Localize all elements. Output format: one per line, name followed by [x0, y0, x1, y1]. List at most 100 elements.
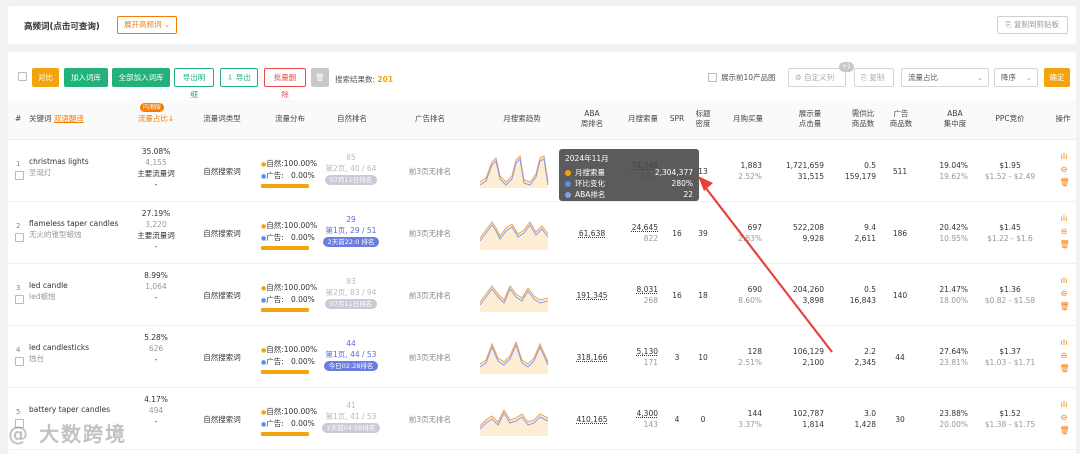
aba-concentration-prev: 20.00%	[939, 420, 968, 429]
delete-icon[interactable]: 🗑	[1060, 302, 1070, 311]
select-all-checkbox[interactable]	[18, 72, 27, 81]
ad-dist-label: 广告:	[266, 233, 284, 242]
export-button[interactable]: ⇩ 导出	[220, 68, 258, 87]
table-row[interactable]: 5 battery taper candles 4.17% 494 - 自然搜索…	[8, 388, 1076, 450]
monthly-trend-sparkline[interactable]	[478, 338, 552, 376]
table-row[interactable]: 4 led candlesticks 烛台 5.28% 626 - 自然搜索词 …	[8, 326, 1076, 388]
monthly-trend-sparkline[interactable]	[478, 276, 552, 314]
keyword-link[interactable]: led candle	[29, 280, 129, 291]
natural-rank-page: 第1页, 29 / 51	[325, 226, 377, 235]
batch-delete-button[interactable]: 批量删除	[264, 68, 306, 99]
natural-rank-value[interactable]: 41	[321, 400, 381, 411]
aba-weekly-rank-value[interactable]: 410,165	[570, 414, 614, 425]
delete-icon[interactable]: 🗑	[1060, 364, 1070, 373]
show-top10-toggle[interactable]: 展示前10产品图	[708, 72, 776, 83]
monthly-purchases-cell: 128 2.51%	[722, 346, 762, 368]
confirm-button[interactable]: 确定	[1044, 68, 1070, 87]
add-to-library-button[interactable]: 加入词库	[64, 68, 108, 87]
expand-high-freq-button[interactable]: 展开高频词 ⌄	[117, 16, 178, 34]
natural-rank-value[interactable]: 29	[321, 214, 381, 225]
copy-clipboard-label: 复制到剪贴板	[1014, 20, 1059, 29]
purchase-rate-value: 2.83%	[738, 234, 762, 243]
monthly-search-value[interactable]: 24,645	[614, 222, 658, 233]
natural-rank-value[interactable]: 44	[321, 338, 381, 349]
col-natural-rank: 自然排名	[337, 114, 367, 123]
row-checkbox[interactable]	[15, 357, 24, 366]
monthly-purchases-value: 697	[747, 223, 762, 232]
more-icon[interactable]: ⊖	[1060, 227, 1069, 236]
supply-demand-ratio: 0.5	[864, 161, 876, 170]
natural-dist-label: 自然:	[266, 283, 284, 292]
natural-dist-label: 自然:	[266, 221, 284, 230]
natural-rank-value[interactable]: 85	[321, 152, 381, 163]
tooltip-item-value: 22	[683, 190, 693, 199]
watermark-logo: @ 大数跨境	[8, 422, 127, 446]
row-checkbox[interactable]	[15, 233, 24, 242]
copy-button[interactable]: ⎘ 复制	[854, 68, 894, 87]
copy-clipboard-button[interactable]: ⎘ 复制到剪贴板	[996, 16, 1068, 34]
distribution-bar	[261, 308, 309, 312]
flow-type-label: -	[154, 417, 158, 426]
col-traffic-share[interactable]: 流量占比↓	[136, 114, 176, 124]
add-all-to-library-button[interactable]: 全部加入词库	[112, 68, 170, 87]
keyword-link[interactable]: battery taper candles	[29, 404, 129, 415]
legend-dot-icon	[565, 170, 571, 176]
traffic-share-value: 35.08%	[141, 147, 171, 156]
natural-rank-cell: 29 第1页, 29 / 51 2天前22:0 排名	[321, 214, 381, 247]
aba-weekly-rank-value[interactable]: 318,166	[570, 352, 614, 363]
chart-icon[interactable]: ılı	[1060, 214, 1069, 223]
compare-button[interactable]: 对比	[32, 68, 59, 87]
natural-rank-value[interactable]: 83	[321, 276, 381, 287]
trash-button[interactable]: 🗑	[311, 68, 329, 87]
flow-distribution-cell: ●自然:100.00% ●广告: 0.00%	[261, 220, 321, 250]
natural-rank-cell: 41 第1页, 41 / 53 2天前04:58排名	[321, 400, 381, 433]
bilingual-translate-link[interactable]: 双语翻译	[54, 114, 84, 123]
chart-icon[interactable]: ılı	[1060, 152, 1069, 161]
delete-icon[interactable]: 🗑	[1060, 178, 1070, 187]
chart-icon[interactable]: ılı	[1060, 400, 1069, 409]
rank-time-pill: 2天前04:58排名	[321, 423, 381, 433]
product-count: 159,179	[844, 172, 876, 181]
more-icon[interactable]: ⊖	[1060, 289, 1069, 298]
sort-order-select[interactable]: 降序 ⌄	[994, 68, 1038, 87]
aba-concentration-cell: 20.42% 10.95%	[926, 222, 968, 244]
title-density-value: 10	[698, 353, 708, 362]
more-icon[interactable]: ⊖	[1060, 413, 1069, 422]
delete-icon[interactable]: 🗑	[1060, 426, 1070, 435]
monthly-search-value[interactable]: 8,031	[614, 284, 658, 295]
aba-weekly-rank-value[interactable]: 61,638	[570, 228, 614, 239]
custom-columns-badge: +1	[839, 62, 854, 72]
monthly-search-value[interactable]: 4,300	[614, 408, 658, 419]
row-checkbox[interactable]	[15, 171, 24, 180]
table-row[interactable]: 3 led candle led蜡烛 8.99% 1,064 - 自然搜索词 ●…	[8, 264, 1076, 326]
export-detail-button[interactable]: 导出明细	[174, 68, 214, 99]
monthly-search-cell: 5,130 171	[614, 346, 658, 368]
keyword-cell: flameless taper candles 无火的锥型蜡烛	[29, 218, 129, 240]
purchase-rate-value: 2.51%	[738, 358, 762, 367]
monthly-trend-sparkline[interactable]	[478, 214, 552, 252]
table-row[interactable]: 2 flameless taper candles 无火的锥型蜡烛 27.19%…	[8, 202, 1076, 264]
monthly-trend-sparkline[interactable]	[478, 400, 552, 438]
aba-weekly-rank-value[interactable]: 191,345	[570, 290, 614, 301]
tooltip-item: 环比变化 280%	[565, 178, 693, 189]
more-icon[interactable]: ⊖	[1060, 165, 1069, 174]
row-actions: ılı ⊖ 🗑	[1058, 276, 1070, 315]
keyword-link[interactable]: led candlesticks	[29, 342, 129, 353]
top10-checkbox[interactable]	[708, 73, 717, 82]
monthly-search-value[interactable]: 5,130	[614, 346, 658, 357]
table-row[interactable]: 1 christmas lights 圣诞灯 35.08% 4,155 主要流量…	[8, 140, 1076, 202]
keyword-link[interactable]: flameless taper candles	[29, 218, 129, 229]
delete-icon[interactable]: 🗑	[1060, 240, 1070, 249]
sort-field-select[interactable]: 流量占比 ⌄	[901, 68, 989, 87]
monthly-trend-sparkline[interactable]	[478, 152, 552, 190]
custom-columns-button[interactable]: ⚙ 自定义列	[788, 68, 846, 87]
flow-type-cell: 自然搜索词	[203, 415, 241, 424]
tooltip-item: 月搜索量 2,304,377	[565, 167, 693, 178]
flow-type-label: -	[154, 355, 158, 364]
more-icon[interactable]: ⊖	[1060, 351, 1069, 360]
flow-distribution-cell: ●自然:100.00% ●广告: 0.00%	[261, 406, 321, 436]
keyword-link[interactable]: christmas lights	[29, 156, 129, 167]
chart-icon[interactable]: ılı	[1060, 338, 1069, 347]
chart-icon[interactable]: ılı	[1060, 276, 1069, 285]
row-checkbox[interactable]	[15, 295, 24, 304]
